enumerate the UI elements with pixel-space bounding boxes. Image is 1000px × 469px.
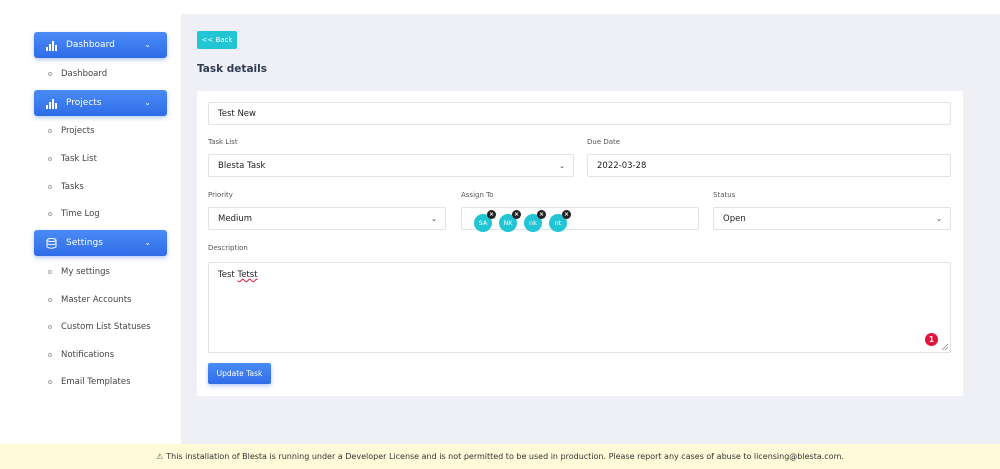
bullet-icon: [48, 72, 52, 76]
status-value: Open: [723, 213, 746, 224]
sidebar-item-my-settings[interactable]: My settings: [48, 267, 110, 277]
sidebar-header-label: Settings: [66, 238, 103, 248]
task-form-card: Test New Task List Blesta Task ⌄ Due Dat…: [197, 91, 963, 396]
sidebar-header-dashboard[interactable]: Dashboard ⌄: [34, 32, 167, 58]
sidebar-item-label: Projects: [61, 126, 95, 136]
status-select[interactable]: Open ⌄: [713, 207, 951, 230]
sidebar-item-tasks[interactable]: Tasks: [48, 182, 84, 192]
sidebar-item-time-log[interactable]: Time Log: [48, 209, 100, 219]
sidebar-item-custom-list-statuses[interactable]: Custom List Statuses: [48, 322, 151, 332]
task-list-value: Blesta Task: [218, 160, 266, 171]
assign-to-input[interactable]: SA × NK × nk × nt ×: [461, 207, 699, 232]
update-task-button[interactable]: Update Task: [208, 363, 271, 384]
bullet-icon: [48, 185, 52, 189]
assignee-chip[interactable]: nt ×: [549, 210, 571, 232]
task-list-select[interactable]: Blesta Task ⌄: [208, 154, 574, 177]
bullet-icon: [48, 129, 52, 133]
remove-icon[interactable]: ×: [512, 210, 521, 219]
sidebar-item-label: Tasks: [61, 182, 84, 192]
description-text: Test Tetst: [218, 270, 258, 280]
bullet-icon: [48, 353, 52, 357]
sidebar-item-dashboard[interactable]: Dashboard: [48, 69, 107, 79]
sidebar-item-label: Custom List Statuses: [61, 322, 151, 332]
assignee-chip[interactable]: SA ×: [474, 210, 496, 232]
bullet-icon: [48, 325, 52, 329]
sidebar: Dashboard ⌄ Dashboard Projects ⌄ Project…: [0, 0, 181, 444]
remove-icon[interactable]: ×: [562, 210, 571, 219]
page-title: Task details: [197, 63, 267, 75]
main-content: << Back Task details Test New Task List …: [181, 14, 1000, 444]
warning-icon: ⚠: [156, 452, 164, 461]
bullet-icon: [48, 380, 52, 384]
bullet-icon: [48, 212, 52, 216]
sidebar-header-projects[interactable]: Projects ⌄: [34, 90, 167, 116]
sidebar-item-task-list[interactable]: Task List: [48, 154, 97, 164]
license-notice-bar: ⚠ This installation of Blesta is running…: [0, 444, 1000, 469]
description-label: Description: [208, 244, 248, 252]
remove-icon[interactable]: ×: [487, 210, 496, 219]
due-date-label: Due Date: [587, 138, 621, 146]
license-notice-text: This installation of Blesta is running u…: [166, 452, 844, 461]
error-badge[interactable]: 1: [925, 333, 938, 346]
task-list-label: Task List: [208, 138, 238, 146]
bar-chart-icon: [46, 39, 58, 51]
description-textarea[interactable]: Test Tetst 1: [208, 262, 951, 353]
chevron-down-icon: ⌄: [936, 215, 942, 223]
sidebar-header-settings[interactable]: Settings ⌄: [34, 230, 167, 256]
bullet-icon: [48, 270, 52, 274]
chevron-down-icon: ⌄: [144, 98, 151, 107]
assignee-initials: nt: [554, 219, 562, 227]
sidebar-header-label: Projects: [66, 98, 102, 108]
priority-select[interactable]: Medium ⌄: [208, 207, 446, 230]
sidebar-item-label: Time Log: [61, 209, 100, 219]
task-name-input[interactable]: Test New: [208, 102, 951, 125]
assign-to-label: Assign To: [461, 191, 494, 199]
sidebar-item-notifications[interactable]: Notifications: [48, 350, 114, 360]
assignee-chip[interactable]: nk ×: [524, 210, 546, 232]
sidebar-item-label: Task List: [61, 154, 97, 164]
assignee-initials: NK: [503, 219, 513, 227]
back-button[interactable]: << Back: [197, 31, 237, 49]
sidebar-item-label: Email Templates: [61, 377, 131, 387]
remove-icon[interactable]: ×: [537, 210, 546, 219]
priority-label: Priority: [208, 191, 233, 199]
chevron-down-icon: ⌄: [144, 40, 151, 49]
bullet-icon: [48, 298, 52, 302]
sidebar-item-label: Notifications: [61, 350, 115, 360]
priority-value: Medium: [218, 213, 252, 224]
sidebar-item-label: Dashboard: [61, 69, 108, 79]
bullet-icon: [48, 157, 52, 161]
description-word: Test: [218, 270, 235, 280]
assignee-initials: SA: [478, 219, 488, 227]
assignee-initials: nk: [529, 219, 537, 227]
chevron-down-icon: ⌄: [144, 238, 151, 247]
sidebar-item-label: Master Accounts: [61, 295, 132, 305]
status-label: Status: [713, 191, 736, 199]
chevron-down-icon: ⌄: [559, 162, 565, 170]
bar-chart-icon: [46, 97, 58, 109]
sidebar-item-email-templates[interactable]: Email Templates: [48, 377, 131, 387]
database-icon: [46, 237, 58, 249]
misspelled-word: Tetst: [237, 270, 258, 280]
due-date-input[interactable]: 2022-03-28: [587, 154, 951, 177]
sidebar-item-master-accounts[interactable]: Master Accounts: [48, 295, 131, 305]
sidebar-item-projects[interactable]: Projects: [48, 126, 95, 136]
assignee-chip[interactable]: NK ×: [499, 210, 521, 232]
resize-handle-icon[interactable]: [941, 343, 949, 351]
sidebar-header-label: Dashboard: [66, 40, 115, 50]
chevron-down-icon: ⌄: [431, 215, 437, 223]
sidebar-item-label: My settings: [61, 267, 110, 277]
